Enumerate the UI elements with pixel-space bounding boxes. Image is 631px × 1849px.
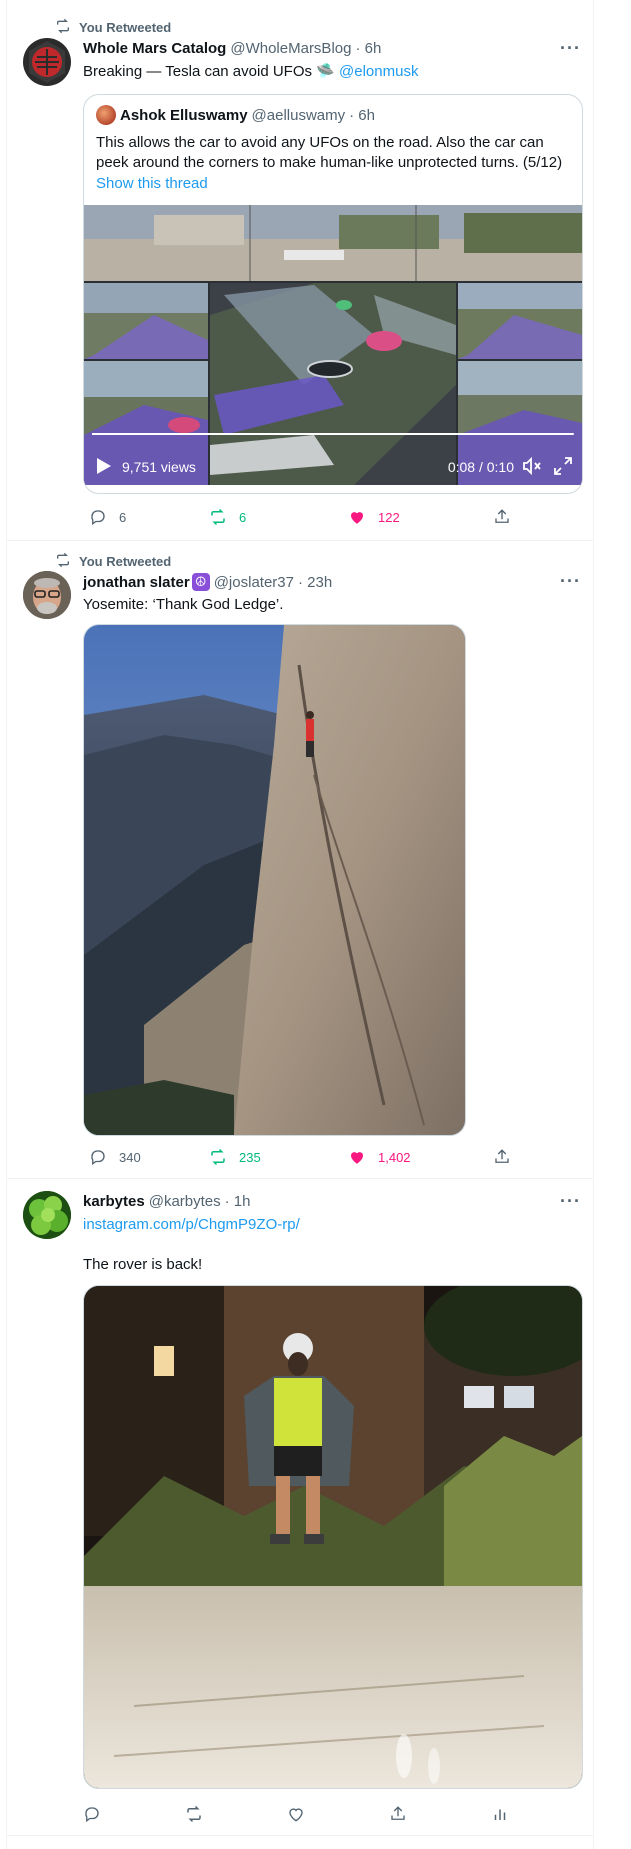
more-options-icon[interactable]: ··· (560, 571, 581, 592)
share-button[interactable] (389, 1805, 407, 1823)
show-thread-link[interactable]: Show this thread (96, 175, 208, 192)
share-button[interactable] (493, 1148, 511, 1166)
quoted-tweet[interactable]: Ashok Elluswamy @aelluswamy · 6h This al… (83, 94, 583, 494)
heart-filled-icon (351, 1152, 363, 1164)
tweet-actions: 6 6 122 (83, 508, 577, 528)
share-icon (495, 1149, 509, 1163)
tweet-text: Breaking — Tesla can avoid UFOs 🛸 @elonm… (83, 62, 577, 82)
retweet-count: 235 (239, 1149, 261, 1165)
yosemite-ledge-photo (84, 625, 465, 1135)
reply-count: 340 (119, 1149, 141, 1165)
author-name[interactable]: karbytes (83, 1193, 145, 1210)
ufo-emoji: 🛸 (316, 63, 335, 80)
quote-author-handle: @aelluswamy (251, 106, 346, 124)
rover-photo (84, 1286, 582, 1788)
author-name[interactable]: Whole Mars Catalog (83, 40, 226, 57)
reply-icon (91, 1150, 105, 1166)
tweet[interactable]: karbytes @karbytes · 1h ··· instagram.co… (7, 1179, 593, 1836)
like-count: 122 (378, 509, 400, 525)
more-options-icon[interactable]: ··· (560, 1191, 581, 1212)
play-icon[interactable] (96, 457, 112, 478)
reply-button[interactable] (83, 1805, 101, 1823)
tweet-actions: 340 235 1,402 (83, 1148, 577, 1168)
mute-icon[interactable] (522, 456, 542, 478)
retweet-context: You Retweeted (55, 552, 171, 571)
video-views: 9,751 views (122, 459, 196, 475)
share-button[interactable] (493, 508, 511, 526)
like-count: 1,402 (378, 1149, 411, 1165)
tweet[interactable]: You Retweeted Whole Mars Catalog @WholeM… (7, 0, 593, 541)
avatar[interactable] (23, 1191, 71, 1239)
reply-count: 6 (119, 509, 127, 525)
retweet-context: You Retweeted (55, 18, 171, 37)
tweet-header: karbytes @karbytes · 1h (83, 1193, 577, 1210)
quote-time: · 6h (349, 106, 375, 124)
tweet-photo[interactable] (83, 624, 466, 1136)
analytics-button[interactable] (491, 1805, 509, 1823)
retweet-button[interactable] (185, 1805, 203, 1823)
mention-link[interactable]: @elonmusk (339, 63, 418, 80)
whole-mars-logo-icon (29, 41, 65, 83)
quote-text: This allows the car to avoid any UFOs on… (96, 134, 563, 171)
retweet-icon (55, 18, 71, 37)
author-handle[interactable]: @joslater37 (214, 574, 294, 591)
retweet-icon (187, 1805, 201, 1823)
like-button[interactable]: 1,402 (348, 1148, 411, 1166)
reply-button[interactable]: 340 (89, 1148, 141, 1166)
karbytes-avatar-icon (23, 1191, 71, 1239)
retweet-context-label: You Retweeted (79, 554, 172, 569)
author-name[interactable]: jonathan slater (83, 574, 190, 591)
retweet-icon (211, 508, 225, 526)
tweet-time[interactable]: · 23h (298, 574, 332, 591)
share-icon (495, 509, 509, 523)
video-player[interactable]: 9,751 views 0:08 / 0:10 (84, 205, 582, 485)
avatar[interactable] (23, 571, 71, 619)
author-handle[interactable]: @WholeMarsBlog (230, 40, 351, 57)
tweet-text: The rover is back! (83, 1256, 203, 1273)
tweet-time[interactable]: · 6h (355, 40, 381, 57)
retweet-count: 6 (239, 509, 247, 525)
fullscreen-icon[interactable] (554, 457, 572, 478)
reply-button[interactable]: 6 (89, 508, 126, 526)
timeline: You Retweeted Whole Mars Catalog @WholeM… (6, 0, 594, 1849)
heart-filled-icon (351, 512, 363, 524)
tweet[interactable]: You Retweeted jonathan slater ☮ @joslate… (7, 541, 593, 1179)
instagram-link[interactable]: instagram.com/p/ChgmP9ZO-rp/ (83, 1215, 577, 1235)
retweet-icon (55, 552, 71, 571)
quote-header: Ashok Elluswamy @aelluswamy · 6h (96, 105, 375, 125)
retweet-icon (211, 1148, 225, 1166)
quote-author-name[interactable]: Ashok Elluswamy (120, 107, 248, 124)
more-options-icon[interactable]: ··· (560, 38, 581, 59)
like-button[interactable] (287, 1805, 305, 1823)
peace-badge: ☮ (191, 573, 210, 591)
tweet-actions (83, 1805, 577, 1825)
jonathan-slater-photo (23, 571, 71, 619)
reply-icon (91, 510, 105, 526)
analytics-icon (494, 1809, 506, 1820)
retweet-context-label: You Retweeted (79, 20, 172, 35)
retweet-button[interactable]: 6 (209, 508, 246, 526)
tweet-text-body: Breaking — Tesla can avoid UFOs (83, 63, 312, 80)
video-controls: 9,751 views 0:08 / 0:10 (84, 447, 582, 485)
video-progress-fill (92, 433, 478, 435)
video-progress-bar[interactable] (92, 433, 574, 435)
tweet-photo[interactable] (83, 1285, 583, 1789)
tweet-header: Whole Mars Catalog @WholeMarsBlog · 6h (83, 40, 577, 57)
tweet-header: jonathan slater ☮ @joslater37 · 23h (83, 573, 577, 591)
avatar[interactable] (23, 38, 71, 86)
tweet-time[interactable]: · 1h (225, 1193, 251, 1210)
video-time: 0:08 / 0:10 (447, 459, 514, 475)
share-icon (391, 1806, 405, 1820)
video-frame (84, 205, 582, 485)
retweet-button[interactable]: 235 (209, 1148, 261, 1166)
like-button[interactable]: 122 (348, 508, 400, 526)
quote-avatar[interactable] (96, 105, 116, 125)
heart-icon (289, 1808, 303, 1822)
author-handle[interactable]: @karbytes (149, 1193, 221, 1210)
tweet-text: Yosemite: ‘Thank God Ledge’. (83, 596, 284, 613)
reply-icon (85, 1807, 99, 1823)
